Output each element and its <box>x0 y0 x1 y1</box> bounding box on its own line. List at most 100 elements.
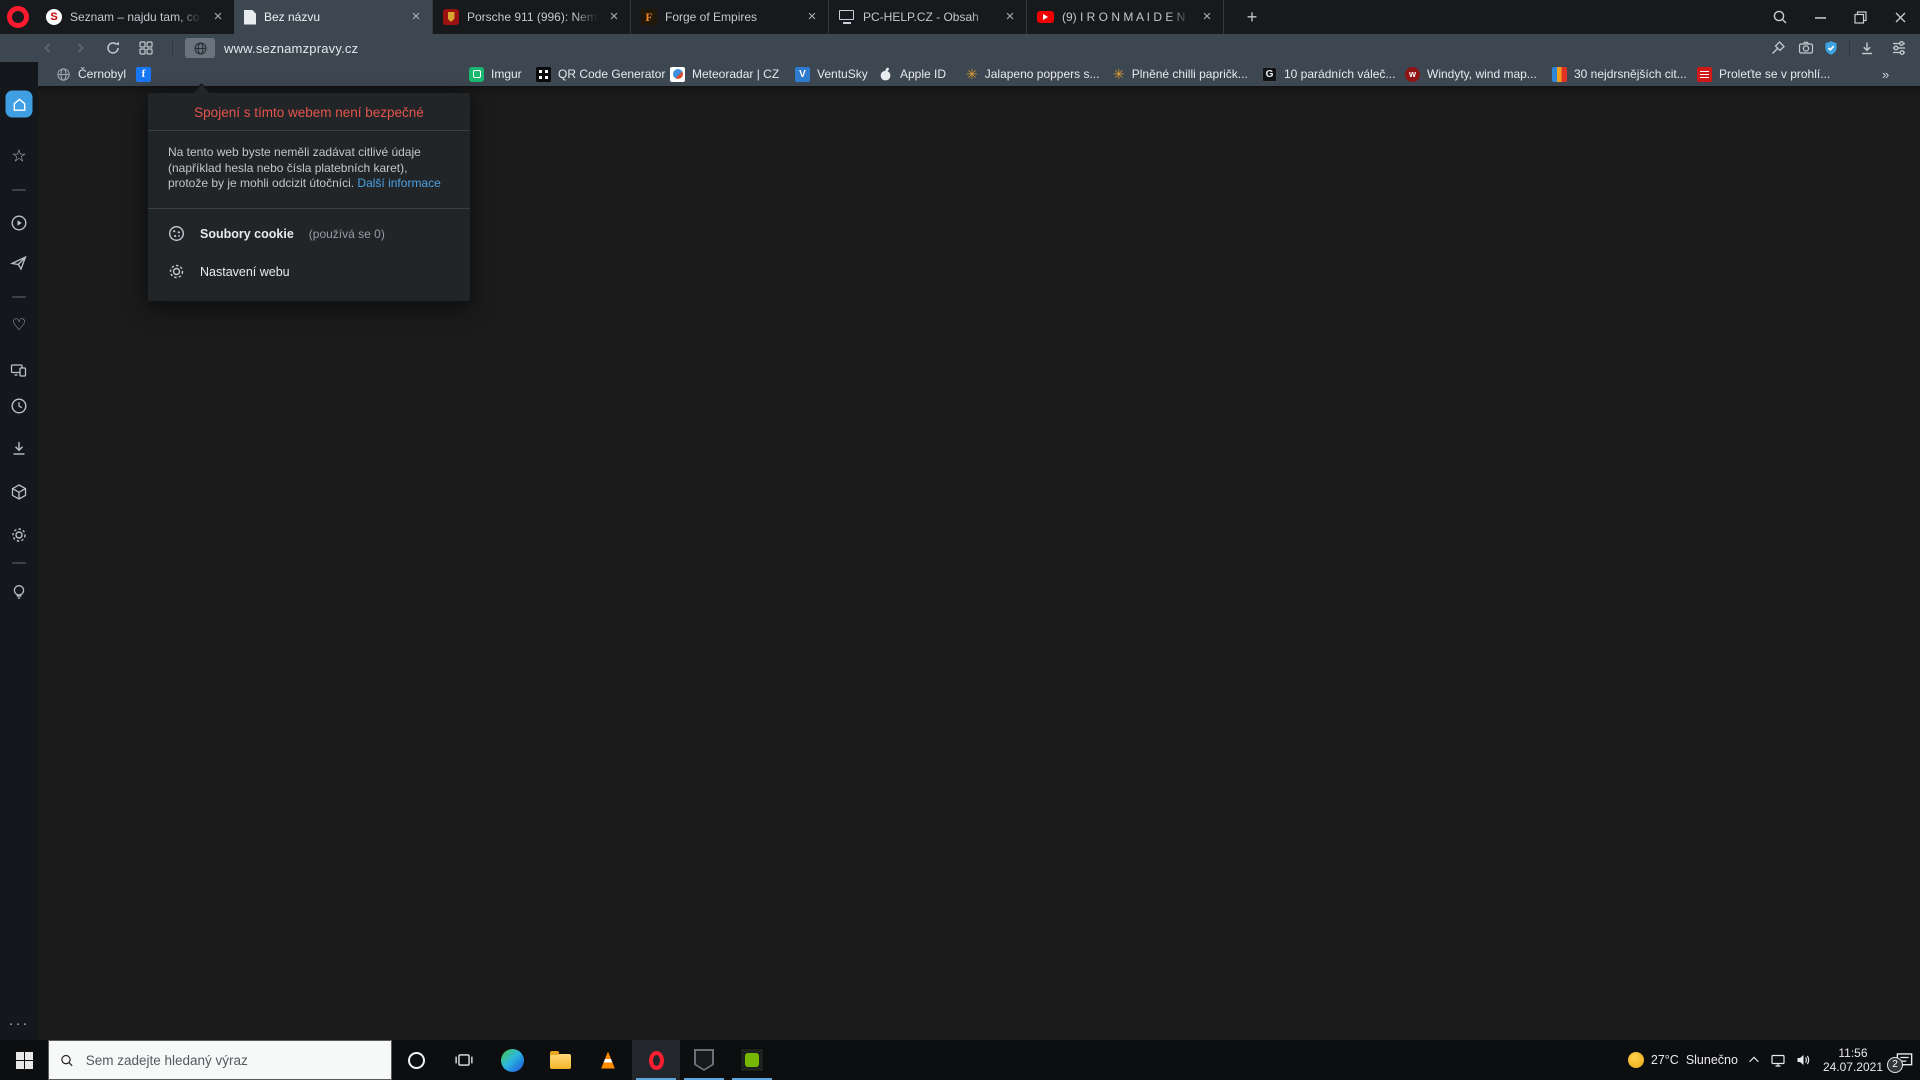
tab-title: Bez názvu <box>264 10 321 24</box>
easy-setup-button[interactable] <box>1891 40 1907 56</box>
clock-widget[interactable]: 11:56 24.07.2021 <box>1820 1046 1886 1074</box>
sidebar-player-button[interactable] <box>11 215 28 232</box>
bookmark-ventusky[interactable]: VentuSky <box>795 62 868 86</box>
sidebar-likes-button[interactable] <box>12 318 26 334</box>
close-icon <box>1895 12 1905 22</box>
tab-close-icon[interactable] <box>1199 9 1215 25</box>
sidebar-divider <box>12 562 26 564</box>
tab-youtube-iron-maiden[interactable]: (9) I R O N M A I D E N Bes <box>1026 0 1224 34</box>
restore-button[interactable] <box>1840 0 1880 34</box>
tray-expand-button[interactable] <box>1747 1053 1761 1067</box>
minimize-icon <box>1814 16 1826 19</box>
sidebar-devices-button[interactable] <box>10 362 28 379</box>
volume-tray-icon[interactable] <box>1795 1052 1811 1068</box>
reload-button[interactable] <box>105 40 121 56</box>
taskbar-search-input[interactable] <box>83 1051 380 1069</box>
world-of-tanks-button[interactable] <box>680 1040 728 1080</box>
bookmark-label: Jalapeno poppers s... <box>984 67 1100 81</box>
tab-forge-of-empires[interactable]: Forge of Empires <box>630 0 828 34</box>
bookmark-plnene-chilli[interactable]: Plněné chilli papričk... <box>1113 62 1248 86</box>
downloads-button[interactable] <box>1859 40 1875 56</box>
sidebar-my-flow-button[interactable] <box>10 255 28 272</box>
back-button[interactable] <box>41 41 55 55</box>
tab-porsche[interactable]: Porsche 911 (996): Nemilov <box>432 0 630 34</box>
weather-temp: 27°C <box>1650 1053 1679 1067</box>
nvidia-experience-button[interactable] <box>728 1040 776 1080</box>
vlc-button[interactable] <box>584 1040 632 1080</box>
site-settings-row[interactable]: Nastavení webu <box>148 253 470 291</box>
color-chart-icon <box>1552 66 1567 82</box>
cortana-button[interactable] <box>392 1040 440 1080</box>
weather-widget[interactable]: 27°C Slunečno <box>1627 1052 1738 1068</box>
sidebar-bookmarks-button[interactable] <box>11 148 26 165</box>
sidebar-more-button[interactable] <box>9 1019 30 1029</box>
tab-pc-help[interactable]: PC-HELP.CZ - Obsah <box>828 0 1026 34</box>
learn-more-link[interactable]: Další informace <box>357 176 440 190</box>
bookmarks-overflow-chevron[interactable] <box>1882 62 1889 86</box>
porsche-favicon <box>443 9 459 25</box>
sidebar-history-button[interactable] <box>11 398 28 415</box>
bookmark-imgur[interactable]: Imgur <box>469 62 522 86</box>
opera-menu-logo[interactable] <box>7 6 29 28</box>
tab-title: Seznam – najdu tam, co ne <box>70 10 202 24</box>
protection-shield-badge[interactable] <box>1823 40 1839 57</box>
grid-icon <box>139 41 153 55</box>
bookmark-prolette-se[interactable]: Proleťte se v prohlí... <box>1697 62 1830 86</box>
forward-button[interactable] <box>73 41 87 55</box>
snapshot-camera-button[interactable] <box>1798 40 1814 56</box>
cookies-row[interactable]: Soubory cookie (používá se 0) <box>148 215 470 253</box>
tab-close-icon[interactable] <box>210 9 226 25</box>
forward-icon <box>77 43 84 53</box>
close-window-button[interactable] <box>1880 0 1920 34</box>
bookmark-10-paradnich[interactable]: 10 parádních váleč... <box>1262 62 1395 86</box>
bookmark-apple-id[interactable]: Apple ID <box>878 62 946 86</box>
bookmark-30-nejdrsnejsich[interactable]: 30 nejdrsnějších cit... <box>1552 62 1687 86</box>
taskbar-search[interactable] <box>48 1040 392 1080</box>
bookmark-jalapeno-poppers[interactable]: Jalapeno poppers s... <box>966 62 1100 86</box>
site-info-badge[interactable] <box>185 38 215 58</box>
recipe-icon <box>1113 67 1125 81</box>
tab-close-icon[interactable] <box>408 9 424 25</box>
bookmarks-bar: Černobyl Imgur QR Code Generator Meteora… <box>0 62 1920 86</box>
sidebar-tips-button[interactable] <box>11 584 28 601</box>
file-explorer-button[interactable] <box>536 1040 584 1080</box>
forge-favicon <box>641 9 657 25</box>
toolbar-separator <box>172 41 173 55</box>
tray-date: 24.07.2021 <box>1822 1060 1883 1074</box>
opera-taskbar-button[interactable] <box>632 1040 680 1080</box>
bookmark-cernobyl[interactable]: Černobyl <box>56 62 126 86</box>
sidebar-extensions-button[interactable] <box>11 484 28 501</box>
bookmark-windyty[interactable]: Windyty, wind map... <box>1405 62 1537 86</box>
chevron-up-icon <box>1749 1056 1759 1063</box>
tab-close-icon[interactable] <box>606 9 622 25</box>
bookmark-label: Plněné chilli papričk... <box>1131 67 1248 81</box>
tab-bez-nazvu-active[interactable]: Bez názvu <box>234 0 432 34</box>
tab-close-icon[interactable] <box>1002 9 1018 25</box>
search-icon <box>61 1054 73 1066</box>
address-url[interactable]: www.seznamzpravy.cz <box>224 34 358 62</box>
tab-seznam[interactable]: Seznam – najdu tam, co ne <box>36 0 234 34</box>
task-view-button[interactable] <box>440 1040 488 1080</box>
pinboard-button[interactable] <box>1770 40 1786 56</box>
gear-icon <box>169 264 184 279</box>
pinboard-pin-icon <box>1772 41 1785 54</box>
speed-dial-grid-button[interactable] <box>139 41 154 56</box>
action-center-button[interactable]: 2 <box>1887 1051 1914 1073</box>
sidebar-speed-dial-button[interactable] <box>5 90 33 118</box>
bookmark-label: QR Code Generator <box>558 67 666 81</box>
system-tray: 27°C Slunečno 11:56 24.07.2021 2 <box>1627 1046 1920 1074</box>
minimize-button[interactable] <box>1800 0 1840 34</box>
new-tab-button[interactable] <box>1237 0 1267 34</box>
edge-taskbar-button[interactable] <box>488 1040 536 1080</box>
network-tray-icon[interactable] <box>1770 1052 1786 1068</box>
sidebar-downloads-button[interactable] <box>11 440 28 457</box>
start-button[interactable] <box>0 1040 48 1080</box>
cortana-icon <box>407 1051 425 1069</box>
bookmark-meteoradar[interactable]: Meteoradar | CZ <box>670 62 779 86</box>
bookmark-hidden-facebook[interactable] <box>136 62 158 86</box>
bookmark-label: Proleťte se v prohlí... <box>1719 67 1831 81</box>
tab-close-icon[interactable] <box>804 9 820 25</box>
bookmark-qr-code-generator[interactable]: QR Code Generator <box>536 62 665 86</box>
tab-search-button[interactable] <box>1760 0 1800 34</box>
sidebar-settings-button[interactable] <box>11 527 28 544</box>
